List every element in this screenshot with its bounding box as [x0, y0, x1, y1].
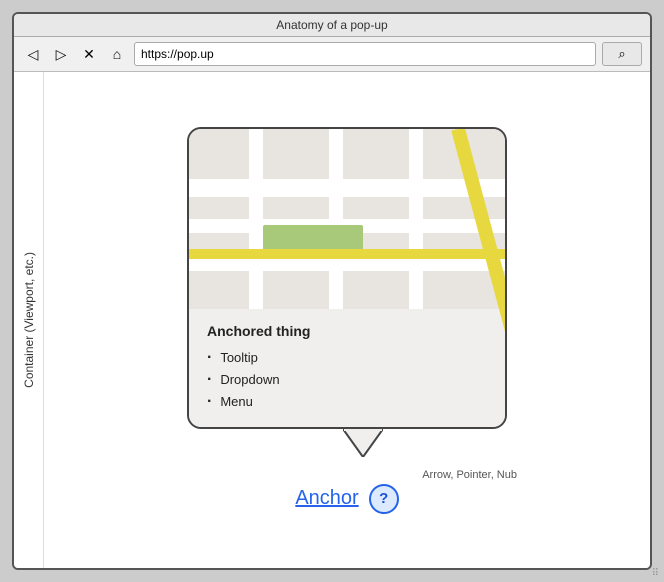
map-area	[189, 129, 505, 309]
road-h1	[189, 179, 505, 197]
popup-title: Anchored thing	[207, 323, 487, 339]
title-bar: Anatomy of a pop-up	[14, 14, 650, 37]
home-button[interactable]: ⌂	[106, 43, 128, 65]
container-label: Container (Viewport, etc.)	[22, 252, 36, 388]
popup-content: Anchored thing Tooltip Dropdown Menu	[189, 309, 505, 427]
anchor-link[interactable]: Anchor	[295, 487, 358, 510]
popup-box: Anchored thing Tooltip Dropdown Menu	[187, 127, 507, 429]
main-area: Anchored thing Tooltip Dropdown Menu	[44, 72, 650, 568]
help-icon: ?	[379, 490, 388, 507]
popup-container: Anchored thing Tooltip Dropdown Menu	[187, 127, 507, 429]
list-item: Tooltip	[207, 347, 487, 369]
road-v1	[249, 129, 263, 309]
park-block	[263, 225, 363, 251]
help-button[interactable]: ?	[369, 484, 399, 514]
road-v3	[409, 129, 423, 309]
close-button[interactable]: ✕	[78, 43, 100, 65]
anchor-row: Anchor ?	[295, 484, 398, 514]
list-item: Dropdown	[207, 369, 487, 391]
search-icon: ⌕	[618, 46, 625, 62]
road-h3	[189, 259, 505, 271]
popup-list: Tooltip Dropdown Menu	[207, 347, 487, 413]
browser-content: Container (Viewport, etc.)	[14, 72, 650, 568]
road-yellow-h	[189, 249, 505, 259]
list-item: Menu	[207, 391, 487, 413]
toolbar: ◁ ▷ ✕ ⌂ ⌕	[14, 37, 650, 72]
forward-button[interactable]: ▷	[50, 43, 72, 65]
address-bar[interactable]	[134, 42, 596, 66]
search-button[interactable]: ⌕	[602, 42, 642, 66]
road-v2	[329, 129, 343, 309]
back-button[interactable]: ◁	[22, 43, 44, 65]
container-label-area: Container (Viewport, etc.)	[14, 72, 44, 568]
browser-window: Anatomy of a pop-up ◁ ▷ ✕ ⌂ ⌕ Container …	[12, 12, 652, 570]
arrow-label: Arrow, Pointer, Nub	[422, 469, 517, 481]
page-title: Anatomy of a pop-up	[276, 18, 387, 32]
popup-tail	[343, 429, 383, 457]
